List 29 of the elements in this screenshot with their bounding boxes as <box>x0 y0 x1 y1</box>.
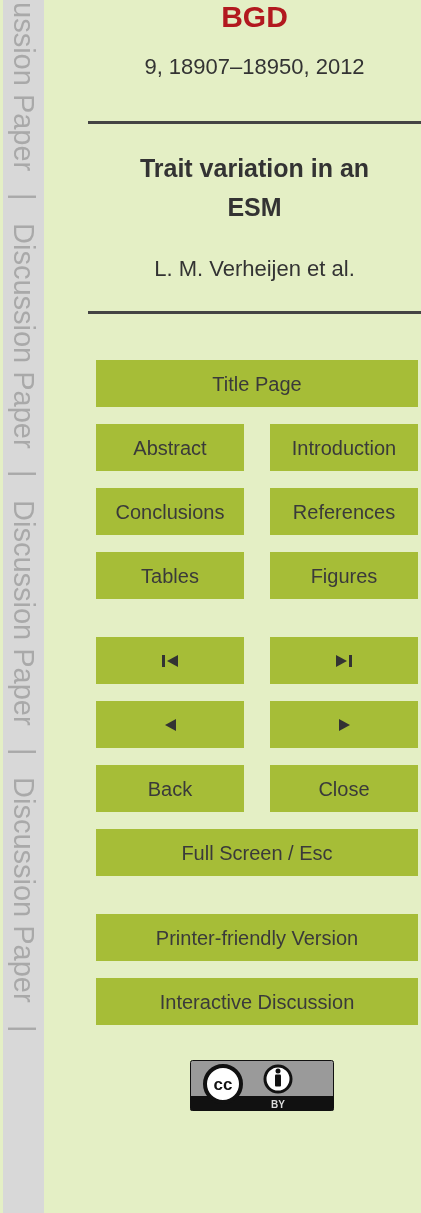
nav-button[interactable]: Introduction <box>270 424 418 471</box>
skip-back-icon <box>162 654 178 667</box>
nav-button[interactable]: Full Screen / Esc <box>96 829 418 876</box>
nav-button[interactable] <box>270 701 418 748</box>
journal-title: BGD <box>221 0 288 34</box>
margin-label: | <box>9 1024 38 1033</box>
nav-button[interactable]: Conclusions <box>96 488 244 535</box>
nav-button[interactable] <box>96 637 244 684</box>
authors: L. M. Verheijen et al. <box>154 255 355 283</box>
nav-button[interactable]: Tables <box>96 552 244 599</box>
nav-button[interactable]: Title Page <box>96 360 418 407</box>
paper-title: Trait variation in an ESM <box>138 153 371 223</box>
nav-button[interactable]: Printer-friendly Version <box>96 914 418 961</box>
margin-label: | <box>9 747 38 756</box>
license-badge: cc BY <box>189 1060 334 1111</box>
citation: 9, 18907–18950, 2012 <box>144 53 365 81</box>
nav-button[interactable]: References <box>270 488 418 535</box>
nav-button[interactable] <box>270 637 418 684</box>
skip-forward-icon <box>336 654 352 667</box>
margin-label: | <box>9 470 38 479</box>
nav-button[interactable]: Close <box>270 765 418 812</box>
nav-button[interactable]: Figures <box>270 552 418 599</box>
nav-button[interactable] <box>96 701 244 748</box>
triangle-right-icon <box>338 718 350 731</box>
triangle-left-icon <box>164 718 176 731</box>
margin-label: | <box>9 193 38 201</box>
nav-button[interactable]: Interactive Discussion <box>96 978 418 1025</box>
nav-button[interactable]: Back <box>96 765 244 812</box>
nav-button[interactable]: Abstract <box>96 424 244 471</box>
